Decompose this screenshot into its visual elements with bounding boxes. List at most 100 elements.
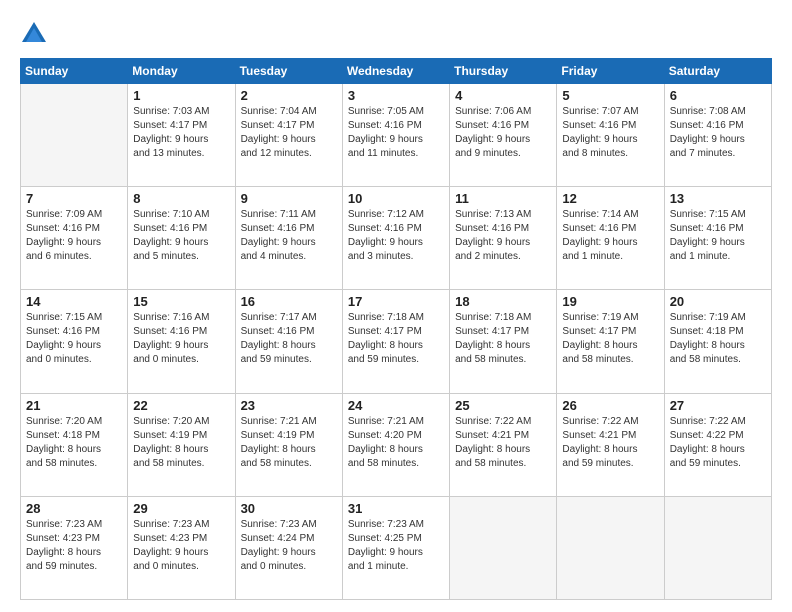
cell-detail: Sunrise: 7:22 AM Sunset: 4:21 PM Dayligh…	[455, 415, 551, 471]
calendar-cell: 29 Sunrise: 7:23 AM Sunset: 4:23 PM Dayli…	[128, 496, 235, 599]
calendar-cell: 9Sunrise: 7:11 AM Sunset: 4:16 PM Daylig…	[235, 187, 342, 290]
calendar-cell: 20 Sunrise: 7:19 AM Sunset: 4:18 PM Dayli…	[664, 290, 771, 393]
calendar-cell	[664, 496, 771, 599]
calendar-cell: 25 Sunrise: 7:22 AM Sunset: 4:21 PM Dayli…	[450, 393, 557, 496]
calendar-cell: 31 Sunrise: 7:23 AM Sunset: 4:25 PM Dayli…	[342, 496, 449, 599]
calendar-week-row: 1 Sunrise: 7:03 AM Sunset: 4:17 PM Daylig…	[21, 84, 772, 187]
calendar-cell: 13Sunrise: 7:15 AM Sunset: 4:16 PM Dayli…	[664, 187, 771, 290]
weekday-header-sunday: Sunday	[21, 59, 128, 84]
weekday-header-tuesday: Tuesday	[235, 59, 342, 84]
day-number: 29	[133, 501, 229, 516]
calendar-week-row: 7 Sunrise: 7:09 AM Sunset: 4:16 PM Daylig…	[21, 187, 772, 290]
day-number: 1	[133, 88, 229, 103]
weekday-header-saturday: Saturday	[664, 59, 771, 84]
day-number: 7	[26, 191, 122, 206]
cell-detail: Sunrise: 7:21 AM Sunset: 4:19 PM Dayligh…	[241, 415, 337, 471]
cell-detail: Sunrise: 7:14 AM Sunset: 4:16 PM Dayligh…	[562, 208, 658, 264]
calendar-week-row: 28Sunrise: 7:23 AM Sunset: 4:23 PM Dayli…	[21, 496, 772, 599]
day-number: 9	[241, 191, 337, 206]
weekday-header-row: SundayMondayTuesdayWednesdayThursdayFrid…	[21, 59, 772, 84]
day-number: 6	[670, 88, 766, 103]
calendar-cell: 10 Sunrise: 7:12 AM Sunset: 4:16 PM Dayli…	[342, 187, 449, 290]
cell-detail: Sunrise: 7:18 AM Sunset: 4:17 PM Dayligh…	[348, 311, 444, 367]
cell-detail: Sunrise: 7:10 AM Sunset: 4:16 PM Dayligh…	[133, 208, 229, 264]
calendar-cell: 3Sunrise: 7:05 AM Sunset: 4:16 PM Daylig…	[342, 84, 449, 187]
cell-detail: Sunrise: 7:07 AM Sunset: 4:16 PM Dayligh…	[562, 105, 658, 161]
day-number: 30	[241, 501, 337, 516]
calendar-cell: 17Sunrise: 7:18 AM Sunset: 4:17 PM Dayli…	[342, 290, 449, 393]
day-number: 10	[348, 191, 444, 206]
calendar-cell: 22 Sunrise: 7:20 AM Sunset: 4:19 PM Dayli…	[128, 393, 235, 496]
cell-detail: Sunrise: 7:23 AM Sunset: 4:23 PM Dayligh…	[26, 518, 122, 574]
calendar-cell: 14 Sunrise: 7:15 AM Sunset: 4:16 PM Dayli…	[21, 290, 128, 393]
cell-detail: Sunrise: 7:15 AM Sunset: 4:16 PM Dayligh…	[26, 311, 122, 367]
cell-detail: Sunrise: 7:03 AM Sunset: 4:17 PM Dayligh…	[133, 105, 229, 161]
cell-detail: Sunrise: 7:22 AM Sunset: 4:21 PM Dayligh…	[562, 415, 658, 471]
cell-detail: Sunrise: 7:09 AM Sunset: 4:16 PM Dayligh…	[26, 208, 122, 264]
day-number: 27	[670, 398, 766, 413]
calendar-week-row: 21 Sunrise: 7:20 AM Sunset: 4:18 PM Dayli…	[21, 393, 772, 496]
calendar-cell	[557, 496, 664, 599]
calendar-cell	[21, 84, 128, 187]
day-number: 2	[241, 88, 337, 103]
day-number: 24	[348, 398, 444, 413]
cell-detail: Sunrise: 7:15 AM Sunset: 4:16 PM Dayligh…	[670, 208, 766, 264]
cell-detail: Sunrise: 7:23 AM Sunset: 4:23 PM Dayligh…	[133, 518, 229, 574]
logo	[20, 20, 52, 48]
calendar-cell: 18 Sunrise: 7:18 AM Sunset: 4:17 PM Dayli…	[450, 290, 557, 393]
cell-detail: Sunrise: 7:12 AM Sunset: 4:16 PM Dayligh…	[348, 208, 444, 264]
day-number: 31	[348, 501, 444, 516]
weekday-header-wednesday: Wednesday	[342, 59, 449, 84]
calendar-cell: 23 Sunrise: 7:21 AM Sunset: 4:19 PM Dayli…	[235, 393, 342, 496]
calendar-cell: 5 Sunrise: 7:07 AM Sunset: 4:16 PM Daylig…	[557, 84, 664, 187]
calendar-cell: 21 Sunrise: 7:20 AM Sunset: 4:18 PM Dayli…	[21, 393, 128, 496]
cell-detail: Sunrise: 7:20 AM Sunset: 4:18 PM Dayligh…	[26, 415, 122, 471]
cell-detail: Sunrise: 7:06 AM Sunset: 4:16 PM Dayligh…	[455, 105, 551, 161]
day-number: 5	[562, 88, 658, 103]
cell-detail: Sunrise: 7:19 AM Sunset: 4:17 PM Dayligh…	[562, 311, 658, 367]
day-number: 14	[26, 294, 122, 309]
calendar-cell: 12 Sunrise: 7:14 AM Sunset: 4:16 PM Dayli…	[557, 187, 664, 290]
cell-detail: Sunrise: 7:18 AM Sunset: 4:17 PM Dayligh…	[455, 311, 551, 367]
weekday-header-thursday: Thursday	[450, 59, 557, 84]
calendar-cell: 7 Sunrise: 7:09 AM Sunset: 4:16 PM Daylig…	[21, 187, 128, 290]
header	[20, 16, 772, 48]
calendar-cell: 19 Sunrise: 7:19 AM Sunset: 4:17 PM Dayli…	[557, 290, 664, 393]
weekday-header-friday: Friday	[557, 59, 664, 84]
day-number: 20	[670, 294, 766, 309]
calendar-cell: 2 Sunrise: 7:04 AM Sunset: 4:17 PM Daylig…	[235, 84, 342, 187]
cell-detail: Sunrise: 7:16 AM Sunset: 4:16 PM Dayligh…	[133, 311, 229, 367]
cell-detail: Sunrise: 7:21 AM Sunset: 4:20 PM Dayligh…	[348, 415, 444, 471]
day-number: 19	[562, 294, 658, 309]
weekday-header-monday: Monday	[128, 59, 235, 84]
cell-detail: Sunrise: 7:22 AM Sunset: 4:22 PM Dayligh…	[670, 415, 766, 471]
calendar-cell: 4 Sunrise: 7:06 AM Sunset: 4:16 PM Daylig…	[450, 84, 557, 187]
calendar-cell: 1 Sunrise: 7:03 AM Sunset: 4:17 PM Daylig…	[128, 84, 235, 187]
day-number: 23	[241, 398, 337, 413]
day-number: 4	[455, 88, 551, 103]
day-number: 22	[133, 398, 229, 413]
calendar-cell: 24 Sunrise: 7:21 AM Sunset: 4:20 PM Dayli…	[342, 393, 449, 496]
cell-detail: Sunrise: 7:20 AM Sunset: 4:19 PM Dayligh…	[133, 415, 229, 471]
cell-detail: Sunrise: 7:23 AM Sunset: 4:25 PM Dayligh…	[348, 518, 444, 574]
cell-detail: Sunrise: 7:19 AM Sunset: 4:18 PM Dayligh…	[670, 311, 766, 367]
day-number: 16	[241, 294, 337, 309]
day-number: 18	[455, 294, 551, 309]
calendar-week-row: 14 Sunrise: 7:15 AM Sunset: 4:16 PM Dayli…	[21, 290, 772, 393]
cell-detail: Sunrise: 7:08 AM Sunset: 4:16 PM Dayligh…	[670, 105, 766, 161]
calendar-cell: 30 Sunrise: 7:23 AM Sunset: 4:24 PM Dayli…	[235, 496, 342, 599]
day-number: 3	[348, 88, 444, 103]
logo-icon	[20, 20, 48, 48]
day-number: 12	[562, 191, 658, 206]
calendar-cell: 15Sunrise: 7:16 AM Sunset: 4:16 PM Dayli…	[128, 290, 235, 393]
cell-detail: Sunrise: 7:04 AM Sunset: 4:17 PM Dayligh…	[241, 105, 337, 161]
day-number: 26	[562, 398, 658, 413]
calendar-cell: 26 Sunrise: 7:22 AM Sunset: 4:21 PM Dayli…	[557, 393, 664, 496]
calendar-cell: 28Sunrise: 7:23 AM Sunset: 4:23 PM Dayli…	[21, 496, 128, 599]
calendar-cell: 16Sunrise: 7:17 AM Sunset: 4:16 PM Dayli…	[235, 290, 342, 393]
calendar-cell: 11Sunrise: 7:13 AM Sunset: 4:16 PM Dayli…	[450, 187, 557, 290]
day-number: 25	[455, 398, 551, 413]
calendar-cell: 27 Sunrise: 7:22 AM Sunset: 4:22 PM Dayli…	[664, 393, 771, 496]
day-number: 21	[26, 398, 122, 413]
cell-detail: Sunrise: 7:23 AM Sunset: 4:24 PM Dayligh…	[241, 518, 337, 574]
